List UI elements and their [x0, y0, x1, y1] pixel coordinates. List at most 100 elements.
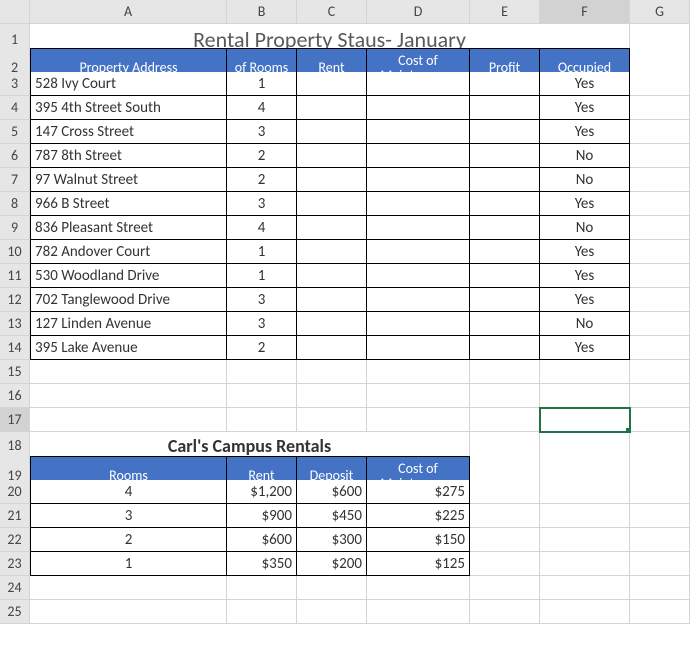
t1-addr-5[interactable]: 966 B Street — [30, 192, 227, 216]
col-header-B[interactable]: B — [227, 0, 297, 24]
t1-rooms-10[interactable]: 3 — [227, 312, 297, 336]
row-header-25[interactable]: 25 — [0, 600, 30, 624]
t1-rooms-2[interactable]: 3 — [227, 120, 297, 144]
t1-profit-0[interactable] — [470, 72, 540, 96]
t1-rent-7[interactable] — [297, 240, 367, 264]
cell-G17[interactable] — [630, 408, 690, 432]
cell-F15[interactable] — [540, 360, 630, 384]
t2-cost-1[interactable]: $225 — [367, 504, 470, 528]
row-header-10[interactable]: 10 — [0, 240, 30, 264]
row-header-5[interactable]: 5 — [0, 120, 30, 144]
col-header-A[interactable]: A — [30, 0, 227, 24]
t1-profit-4[interactable] — [470, 168, 540, 192]
cell-G3[interactable] — [630, 72, 690, 96]
t1-cost-1[interactable] — [367, 96, 470, 120]
t1-rent-8[interactable] — [297, 264, 367, 288]
cell-C15[interactable] — [297, 360, 367, 384]
t1-rent-9[interactable] — [297, 288, 367, 312]
cell-A16[interactable] — [30, 384, 227, 408]
cell-G24[interactable] — [630, 576, 690, 600]
cell-G12[interactable] — [630, 288, 690, 312]
cell-G10[interactable] — [630, 240, 690, 264]
t1-profit-5[interactable] — [470, 192, 540, 216]
t1-rent-10[interactable] — [297, 312, 367, 336]
t1-occ-10[interactable]: No — [540, 312, 630, 336]
row-header-16[interactable]: 16 — [0, 384, 30, 408]
cell-G25[interactable] — [630, 600, 690, 624]
cell-E24[interactable] — [470, 576, 540, 600]
spreadsheet-grid[interactable]: ABCDEFG1Rental Property Staus- January2P… — [0, 0, 692, 624]
t1-rent-6[interactable] — [297, 216, 367, 240]
t1-occ-4[interactable]: No — [540, 168, 630, 192]
cell-G23[interactable] — [630, 552, 690, 576]
row-header-9[interactable]: 9 — [0, 216, 30, 240]
row-header-6[interactable]: 6 — [0, 144, 30, 168]
t1-profit-6[interactable] — [470, 216, 540, 240]
cell-G13[interactable] — [630, 312, 690, 336]
t1-rent-4[interactable] — [297, 168, 367, 192]
t2-deposit-1[interactable]: $450 — [297, 504, 367, 528]
t1-addr-11[interactable]: 395 Lake Avenue — [30, 336, 227, 360]
t1-occ-2[interactable]: Yes — [540, 120, 630, 144]
t2-rent-0[interactable]: $1,200 — [227, 480, 297, 504]
t1-profit-1[interactable] — [470, 96, 540, 120]
cell-E25[interactable] — [470, 600, 540, 624]
t2-rooms-2[interactable]: 2 — [30, 528, 227, 552]
t2-rent-1[interactable]: $900 — [227, 504, 297, 528]
cell-D24[interactable] — [367, 576, 470, 600]
t1-addr-0[interactable]: 528 Ivy Court — [30, 72, 227, 96]
t1-rent-2[interactable] — [297, 120, 367, 144]
t1-rent-3[interactable] — [297, 144, 367, 168]
row-header-15[interactable]: 15 — [0, 360, 30, 384]
t1-occ-3[interactable]: No — [540, 144, 630, 168]
t1-profit-9[interactable] — [470, 288, 540, 312]
cell-G11[interactable] — [630, 264, 690, 288]
cell-F21[interactable] — [540, 504, 630, 528]
cell-E15[interactable] — [470, 360, 540, 384]
t1-occ-5[interactable]: Yes — [540, 192, 630, 216]
t1-cost-7[interactable] — [367, 240, 470, 264]
row-header-24[interactable]: 24 — [0, 576, 30, 600]
t1-rent-1[interactable] — [297, 96, 367, 120]
row-header-13[interactable]: 13 — [0, 312, 30, 336]
t1-profit-8[interactable] — [470, 264, 540, 288]
cell-B15[interactable] — [227, 360, 297, 384]
t1-addr-8[interactable]: 530 Woodland Drive — [30, 264, 227, 288]
cell-F24[interactable] — [540, 576, 630, 600]
t1-addr-7[interactable]: 782 Andover Court — [30, 240, 227, 264]
cell-G16[interactable] — [630, 384, 690, 408]
t1-cost-8[interactable] — [367, 264, 470, 288]
t1-rooms-6[interactable]: 4 — [227, 216, 297, 240]
t1-cost-0[interactable] — [367, 72, 470, 96]
col-header-G[interactable]: G — [630, 0, 690, 24]
t2-deposit-2[interactable]: $300 — [297, 528, 367, 552]
t1-profit-2[interactable] — [470, 120, 540, 144]
t2-rent-3[interactable]: $350 — [227, 552, 297, 576]
cell-G9[interactable] — [630, 216, 690, 240]
cell-E16[interactable] — [470, 384, 540, 408]
cell-B24[interactable] — [227, 576, 297, 600]
cell-E23[interactable] — [470, 552, 540, 576]
col-header-D[interactable]: D — [367, 0, 470, 24]
t2-deposit-0[interactable]: $600 — [297, 480, 367, 504]
t1-cost-4[interactable] — [367, 168, 470, 192]
select-all-corner[interactable] — [0, 0, 30, 24]
t1-cost-10[interactable] — [367, 312, 470, 336]
cell-G8[interactable] — [630, 192, 690, 216]
cell-F16[interactable] — [540, 384, 630, 408]
row-header-17[interactable]: 17 — [0, 408, 30, 432]
row-header-11[interactable]: 11 — [0, 264, 30, 288]
row-header-22[interactable]: 22 — [0, 528, 30, 552]
t1-addr-1[interactable]: 395 4th Street South — [30, 96, 227, 120]
cell-G5[interactable] — [630, 120, 690, 144]
t2-rooms-0[interactable]: 4 — [30, 480, 227, 504]
cell-A17[interactable] — [30, 408, 227, 432]
cell-F22[interactable] — [540, 528, 630, 552]
t1-rooms-11[interactable]: 2 — [227, 336, 297, 360]
t1-addr-3[interactable]: 787 8th Street — [30, 144, 227, 168]
cell-D25[interactable] — [367, 600, 470, 624]
cell-E21[interactable] — [470, 504, 540, 528]
col-header-F[interactable]: F — [540, 0, 630, 24]
t1-cost-9[interactable] — [367, 288, 470, 312]
row-header-12[interactable]: 12 — [0, 288, 30, 312]
